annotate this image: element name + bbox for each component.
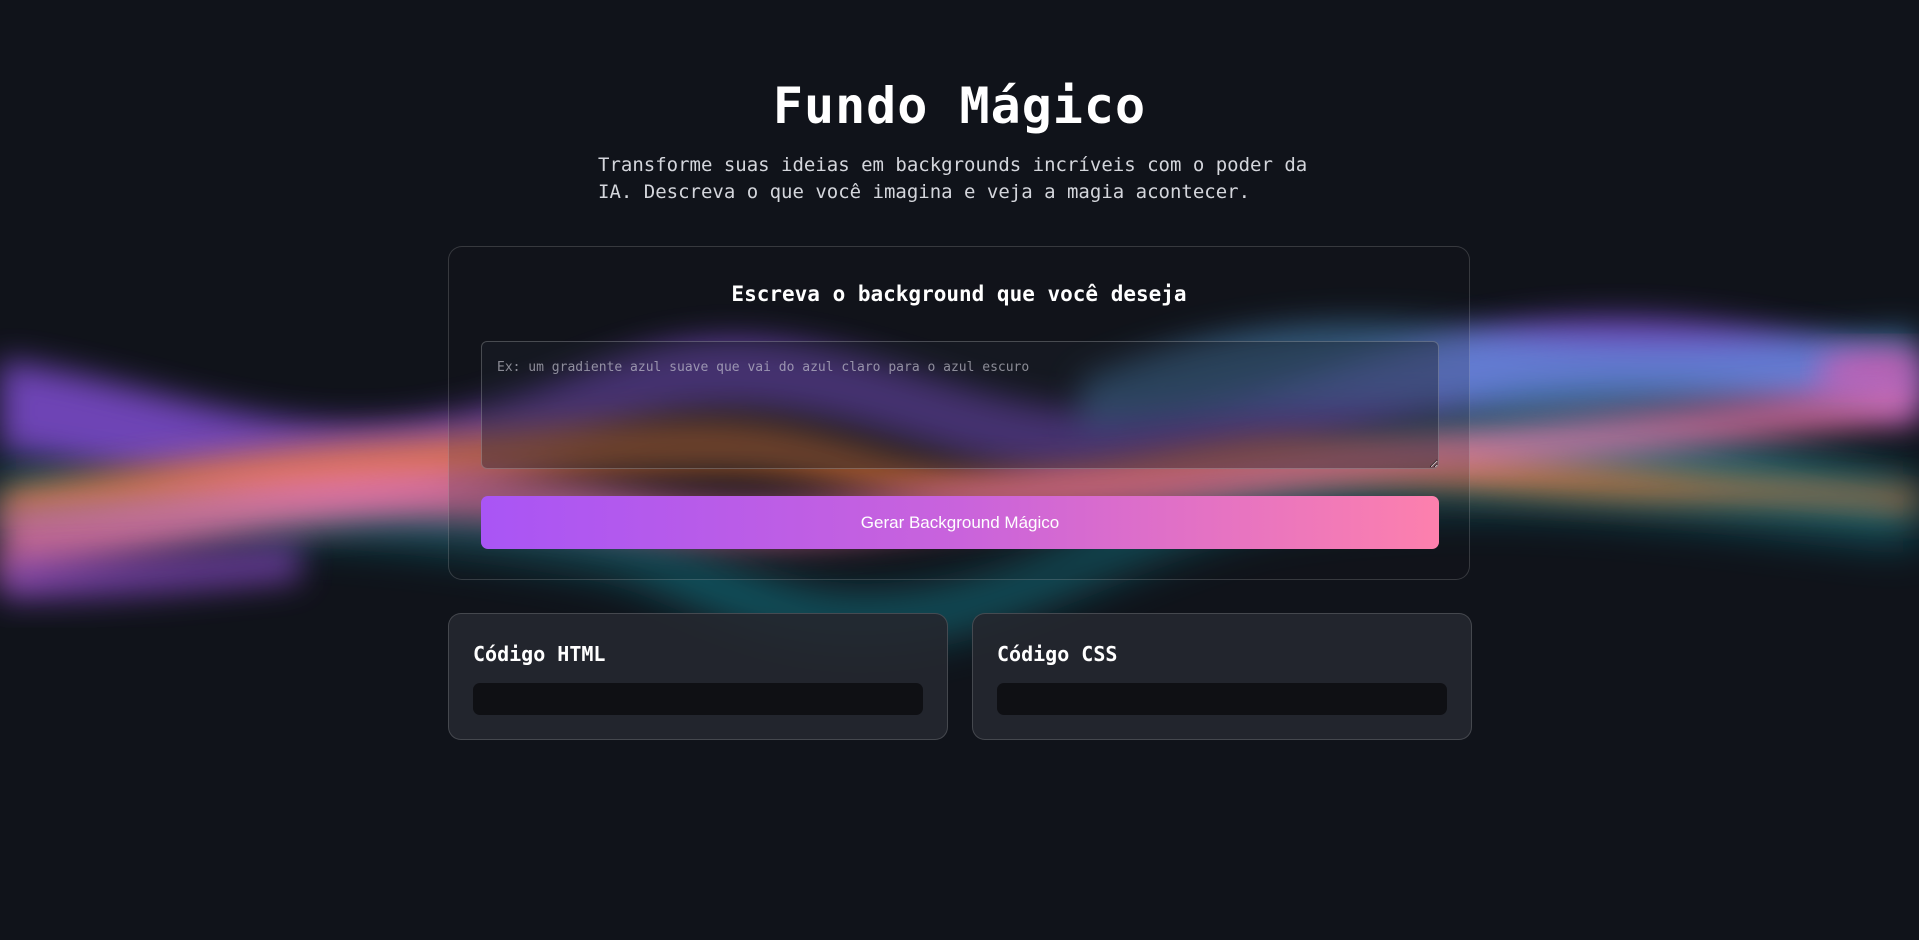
html-code-card: Código HTML: [448, 613, 948, 740]
page-subtitle: Transforme suas ideias em backgrounds in…: [598, 154, 1308, 203]
html-code-title: Código HTML: [473, 642, 606, 666]
css-code-title: Código CSS: [997, 642, 1118, 666]
generate-background-button[interactable]: Gerar Background Mágico: [481, 496, 1439, 549]
css-code-output[interactable]: [997, 683, 1447, 715]
page: Fundo Mágico Transforme suas ideias em b…: [0, 0, 1919, 940]
prompt-card-heading: Escreva o background que você deseja: [731, 282, 1187, 306]
css-code-card: Código CSS: [972, 613, 1472, 740]
html-code-output[interactable]: [473, 683, 923, 715]
prompt-card: Escreva o background que você deseja Ger…: [448, 246, 1470, 580]
page-title: Fundo Mágico: [772, 77, 1147, 135]
background-prompt-input[interactable]: [481, 341, 1439, 469]
